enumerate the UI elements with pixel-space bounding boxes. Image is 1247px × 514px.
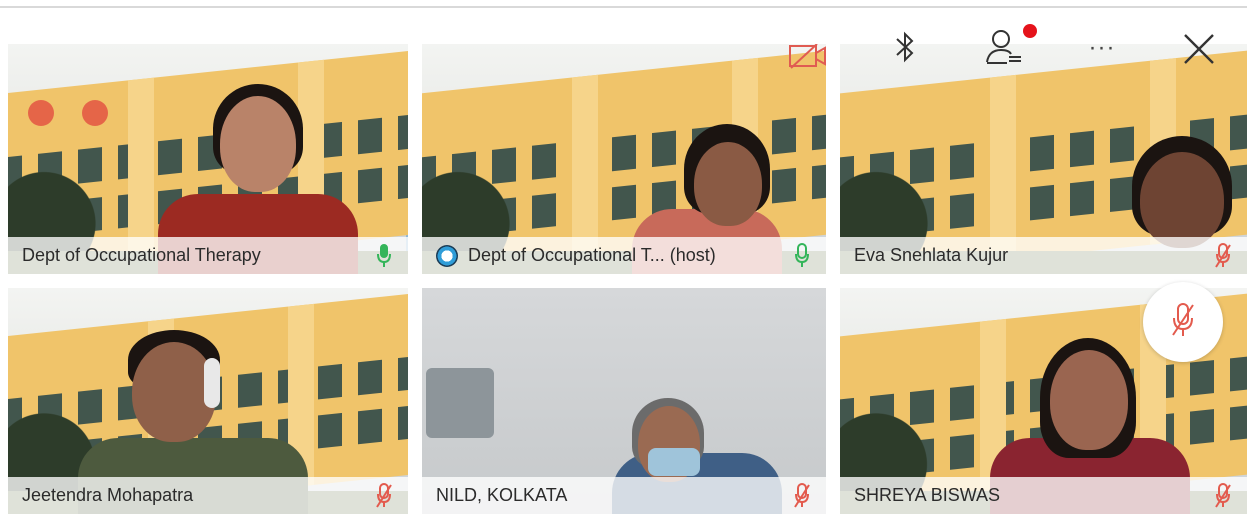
- video-off-icon[interactable]: [788, 44, 826, 76]
- top-divider: [0, 6, 1247, 8]
- mic-on-icon: [792, 242, 812, 268]
- video-tile-3[interactable]: Eva Snehlata Kujur: [840, 44, 1247, 274]
- mute-toggle-button[interactable]: [1143, 282, 1223, 362]
- more-icon[interactable]: ···: [1082, 28, 1122, 68]
- name-bar: Dept of Occupational T... (host): [422, 237, 826, 274]
- name-bar: Dept of Occupational Therapy: [8, 237, 408, 274]
- more-label: ···: [1088, 34, 1116, 61]
- participants-icon[interactable]: [980, 24, 1026, 68]
- video-tile-1[interactable]: Dept of Occupational Therapy: [8, 44, 408, 274]
- mic-on-icon: [374, 243, 394, 268]
- name-bar: SHREYA BISWAS: [840, 477, 1247, 514]
- host-logo-icon: [436, 244, 458, 267]
- name-bar: Jeetendra Mohapatra: [8, 477, 408, 514]
- bluetooth-icon[interactable]: [888, 26, 922, 68]
- name-bar: Eva Snehlata Kujur: [840, 237, 1247, 274]
- notification-dot: [1023, 24, 1037, 38]
- video-tile-2[interactable]: Dept of Occupational T... (host): [422, 44, 826, 274]
- mic-muted-icon: [1170, 302, 1196, 343]
- video-tile-5[interactable]: NILD, KOLKATA: [422, 288, 826, 514]
- participant-name: Jeetendra Mohapatra: [22, 485, 194, 505]
- participant-name: Eva Snehlata Kujur: [854, 245, 1009, 265]
- mic-muted-icon: [1213, 482, 1233, 508]
- close-icon[interactable]: [1178, 28, 1220, 70]
- video-tile-4[interactable]: Jeetendra Mohapatra: [8, 288, 408, 514]
- participant-name: SHREYA BISWAS: [854, 485, 1001, 505]
- control-dot-right[interactable]: [82, 100, 108, 126]
- name-bar: NILD, KOLKATA: [422, 477, 826, 514]
- control-dot-left[interactable]: [28, 100, 54, 126]
- mic-muted-icon: [374, 482, 394, 508]
- participant-name: NILD, KOLKATA: [436, 485, 568, 505]
- mic-muted-icon: [792, 482, 812, 508]
- mic-muted-icon: [1213, 242, 1233, 268]
- participant-name: Dept of Occupational T... (host): [468, 245, 716, 265]
- participant-name: Dept of Occupational Therapy: [22, 245, 261, 265]
